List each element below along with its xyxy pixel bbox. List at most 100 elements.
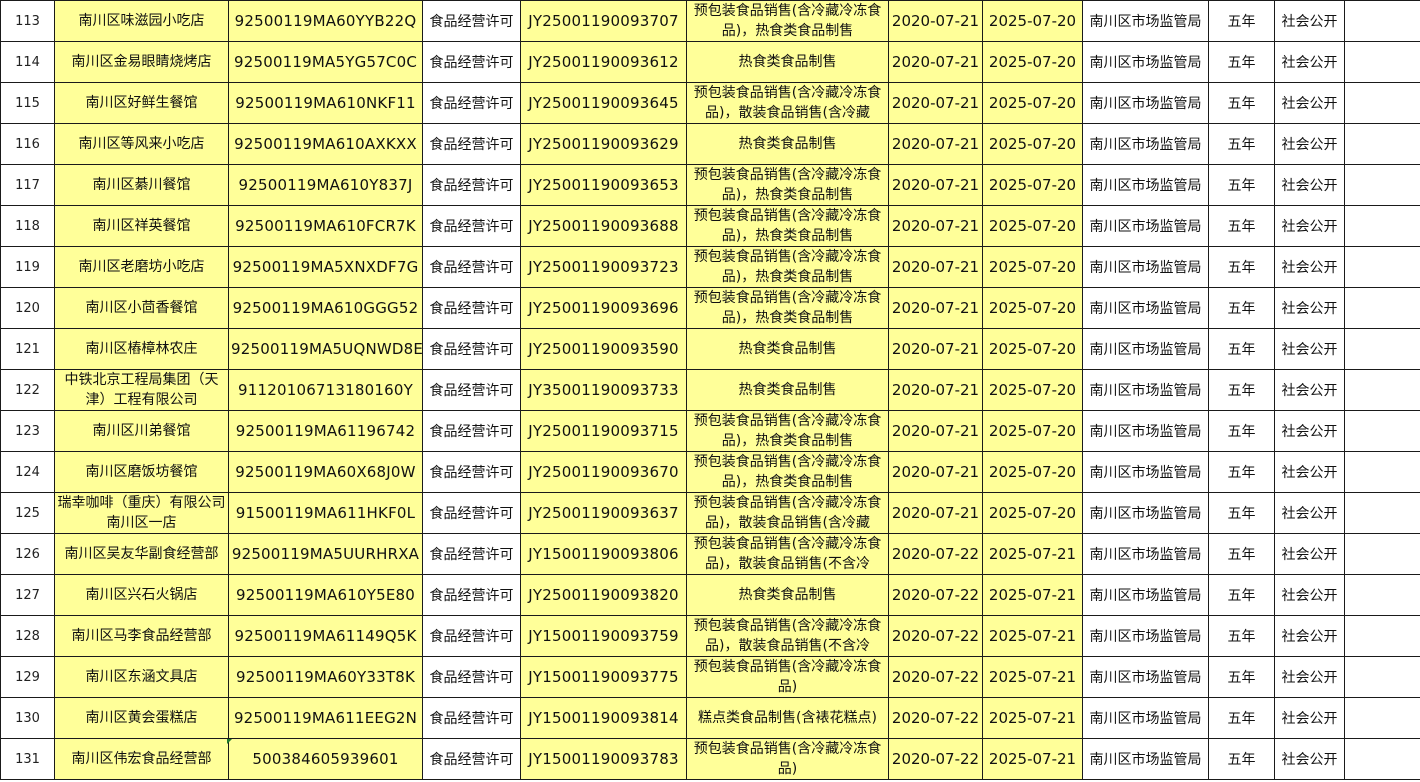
cell-term[interactable]: 五年 bbox=[1208, 738, 1275, 780]
cell-valid-to[interactable]: 2025-07-20 bbox=[982, 123, 1083, 165]
cell-authority[interactable]: 南川区市场监管局 bbox=[1082, 410, 1209, 452]
cell-term[interactable]: 五年 bbox=[1208, 41, 1275, 83]
cell-valid-to[interactable]: 2025-07-20 bbox=[982, 410, 1083, 452]
cell-valid-from[interactable]: 2020-07-21 bbox=[888, 123, 983, 165]
cell-license-type[interactable]: 食品经营许可 bbox=[422, 328, 521, 370]
cell-business-name[interactable]: 南川区老磨坊小吃店 bbox=[54, 246, 229, 288]
cell-credit-code[interactable]: 500384605939601 bbox=[228, 738, 423, 780]
cell-authority[interactable]: 南川区市场监管局 bbox=[1082, 533, 1209, 575]
cell-license-number[interactable]: JY15001190093775 bbox=[520, 656, 687, 698]
cell-empty[interactable] bbox=[1344, 738, 1420, 780]
cell-term[interactable]: 五年 bbox=[1208, 410, 1275, 452]
cell-authority[interactable]: 南川区市场监管局 bbox=[1082, 656, 1209, 698]
cell-row-number[interactable]: 121 bbox=[0, 328, 55, 370]
cell-term[interactable]: 五年 bbox=[1208, 0, 1275, 42]
cell-authority[interactable]: 南川区市场监管局 bbox=[1082, 369, 1209, 411]
cell-business-name[interactable]: 南川区磨饭坊餐馆 bbox=[54, 451, 229, 493]
cell-credit-code[interactable]: 92500119MA610FCR7K bbox=[228, 205, 423, 247]
cell-publicity[interactable]: 社会公开 bbox=[1274, 164, 1345, 206]
cell-credit-code[interactable]: 92500119MA5UQNWD8E bbox=[228, 328, 423, 370]
cell-business-scope[interactable]: 预包装食品销售(含冷藏冷冻食品)，热食类食品制售 bbox=[686, 205, 889, 247]
cell-row-number[interactable]: 125 bbox=[0, 492, 55, 534]
cell-publicity[interactable]: 社会公开 bbox=[1274, 738, 1345, 780]
cell-row-number[interactable]: 124 bbox=[0, 451, 55, 493]
cell-license-type[interactable]: 食品经营许可 bbox=[422, 738, 521, 780]
cell-row-number[interactable]: 129 bbox=[0, 656, 55, 698]
cell-valid-from[interactable]: 2020-07-21 bbox=[888, 41, 983, 83]
cell-valid-from[interactable]: 2020-07-21 bbox=[888, 328, 983, 370]
cell-authority[interactable]: 南川区市场监管局 bbox=[1082, 123, 1209, 165]
cell-business-scope[interactable]: 预包装食品销售(含冷藏冷冻食品)，热食类食品制售 bbox=[686, 164, 889, 206]
cell-credit-code[interactable]: 92500119MA611EEG2N bbox=[228, 697, 423, 739]
cell-license-number[interactable]: JY15001190093814 bbox=[520, 697, 687, 739]
cell-publicity[interactable]: 社会公开 bbox=[1274, 451, 1345, 493]
cell-term[interactable]: 五年 bbox=[1208, 574, 1275, 616]
cell-authority[interactable]: 南川区市场监管局 bbox=[1082, 246, 1209, 288]
cell-publicity[interactable]: 社会公开 bbox=[1274, 533, 1345, 575]
cell-valid-to[interactable]: 2025-07-21 bbox=[982, 574, 1083, 616]
cell-valid-from[interactable]: 2020-07-22 bbox=[888, 533, 983, 575]
cell-business-name[interactable]: 南川区等风来小吃店 bbox=[54, 123, 229, 165]
cell-empty[interactable] bbox=[1344, 82, 1420, 124]
cell-license-type[interactable]: 食品经营许可 bbox=[422, 0, 521, 42]
cell-valid-to[interactable]: 2025-07-20 bbox=[982, 287, 1083, 329]
cell-business-name[interactable]: 南川区小茴香餐馆 bbox=[54, 287, 229, 329]
cell-publicity[interactable]: 社会公开 bbox=[1274, 205, 1345, 247]
cell-row-number[interactable]: 116 bbox=[0, 123, 55, 165]
cell-business-scope[interactable]: 预包装食品销售(含冷藏冷冻食品)，热食类食品制售 bbox=[686, 451, 889, 493]
cell-authority[interactable]: 南川区市场监管局 bbox=[1082, 492, 1209, 534]
cell-term[interactable]: 五年 bbox=[1208, 164, 1275, 206]
cell-empty[interactable] bbox=[1344, 164, 1420, 206]
cell-row-number[interactable]: 126 bbox=[0, 533, 55, 575]
cell-valid-to[interactable]: 2025-07-20 bbox=[982, 82, 1083, 124]
cell-valid-to[interactable]: 2025-07-20 bbox=[982, 451, 1083, 493]
cell-valid-from[interactable]: 2020-07-21 bbox=[888, 287, 983, 329]
cell-license-number[interactable]: JY25001190093707 bbox=[520, 0, 687, 42]
cell-term[interactable]: 五年 bbox=[1208, 615, 1275, 657]
cell-publicity[interactable]: 社会公开 bbox=[1274, 410, 1345, 452]
cell-publicity[interactable]: 社会公开 bbox=[1274, 656, 1345, 698]
cell-license-number[interactable]: JY25001190093653 bbox=[520, 164, 687, 206]
cell-valid-to[interactable]: 2025-07-20 bbox=[982, 205, 1083, 247]
cell-license-number[interactable]: JY25001190093590 bbox=[520, 328, 687, 370]
cell-valid-to[interactable]: 2025-07-21 bbox=[982, 738, 1083, 780]
cell-license-number[interactable]: JY25001190093696 bbox=[520, 287, 687, 329]
cell-valid-to[interactable]: 2025-07-21 bbox=[982, 697, 1083, 739]
cell-valid-to[interactable]: 2025-07-21 bbox=[982, 615, 1083, 657]
cell-license-type[interactable]: 食品经营许可 bbox=[422, 656, 521, 698]
cell-credit-code[interactable]: 92500119MA610Y5E80 bbox=[228, 574, 423, 616]
cell-credit-code[interactable]: 91120106713180160Y bbox=[228, 369, 423, 411]
cell-valid-from[interactable]: 2020-07-22 bbox=[888, 656, 983, 698]
cell-empty[interactable] bbox=[1344, 123, 1420, 165]
cell-authority[interactable]: 南川区市场监管局 bbox=[1082, 328, 1209, 370]
cell-business-name[interactable]: 南川区伟宏食品经营部 bbox=[54, 738, 229, 780]
cell-authority[interactable]: 南川区市场监管局 bbox=[1082, 41, 1209, 83]
cell-license-type[interactable]: 食品经营许可 bbox=[422, 697, 521, 739]
cell-authority[interactable]: 南川区市场监管局 bbox=[1082, 574, 1209, 616]
cell-credit-code[interactable]: 92500119MA610NKF11 bbox=[228, 82, 423, 124]
cell-credit-code[interactable]: 92500119MA60Y33T8K bbox=[228, 656, 423, 698]
cell-business-scope[interactable]: 预包装食品销售(含冷藏冷冻食品) bbox=[686, 656, 889, 698]
cell-authority[interactable]: 南川区市场监管局 bbox=[1082, 738, 1209, 780]
cell-valid-from[interactable]: 2020-07-22 bbox=[888, 697, 983, 739]
cell-license-type[interactable]: 食品经营许可 bbox=[422, 164, 521, 206]
cell-valid-from[interactable]: 2020-07-22 bbox=[888, 615, 983, 657]
cell-empty[interactable] bbox=[1344, 656, 1420, 698]
cell-empty[interactable] bbox=[1344, 41, 1420, 83]
cell-valid-to[interactable]: 2025-07-20 bbox=[982, 0, 1083, 42]
cell-row-number[interactable]: 122 bbox=[0, 369, 55, 411]
cell-credit-code[interactable]: 92500119MA60X68J0W bbox=[228, 451, 423, 493]
cell-business-name[interactable]: 瑞幸咖啡（重庆）有限公司南川区一店 bbox=[54, 492, 229, 534]
cell-row-number[interactable]: 123 bbox=[0, 410, 55, 452]
cell-business-name[interactable]: 南川区兴石火锅店 bbox=[54, 574, 229, 616]
cell-business-scope[interactable]: 预包装食品销售(含冷藏冷冻食品)，热食类食品制售 bbox=[686, 410, 889, 452]
cell-term[interactable]: 五年 bbox=[1208, 533, 1275, 575]
cell-business-scope[interactable]: 热食类食品制售 bbox=[686, 123, 889, 165]
cell-license-type[interactable]: 食品经营许可 bbox=[422, 82, 521, 124]
cell-authority[interactable]: 南川区市场监管局 bbox=[1082, 697, 1209, 739]
cell-credit-code[interactable]: 92500119MA610AXKXX bbox=[228, 123, 423, 165]
cell-business-scope[interactable]: 热食类食品制售 bbox=[686, 369, 889, 411]
cell-row-number[interactable]: 131 bbox=[0, 738, 55, 780]
cell-term[interactable]: 五年 bbox=[1208, 656, 1275, 698]
cell-license-number[interactable]: JY25001190093715 bbox=[520, 410, 687, 452]
